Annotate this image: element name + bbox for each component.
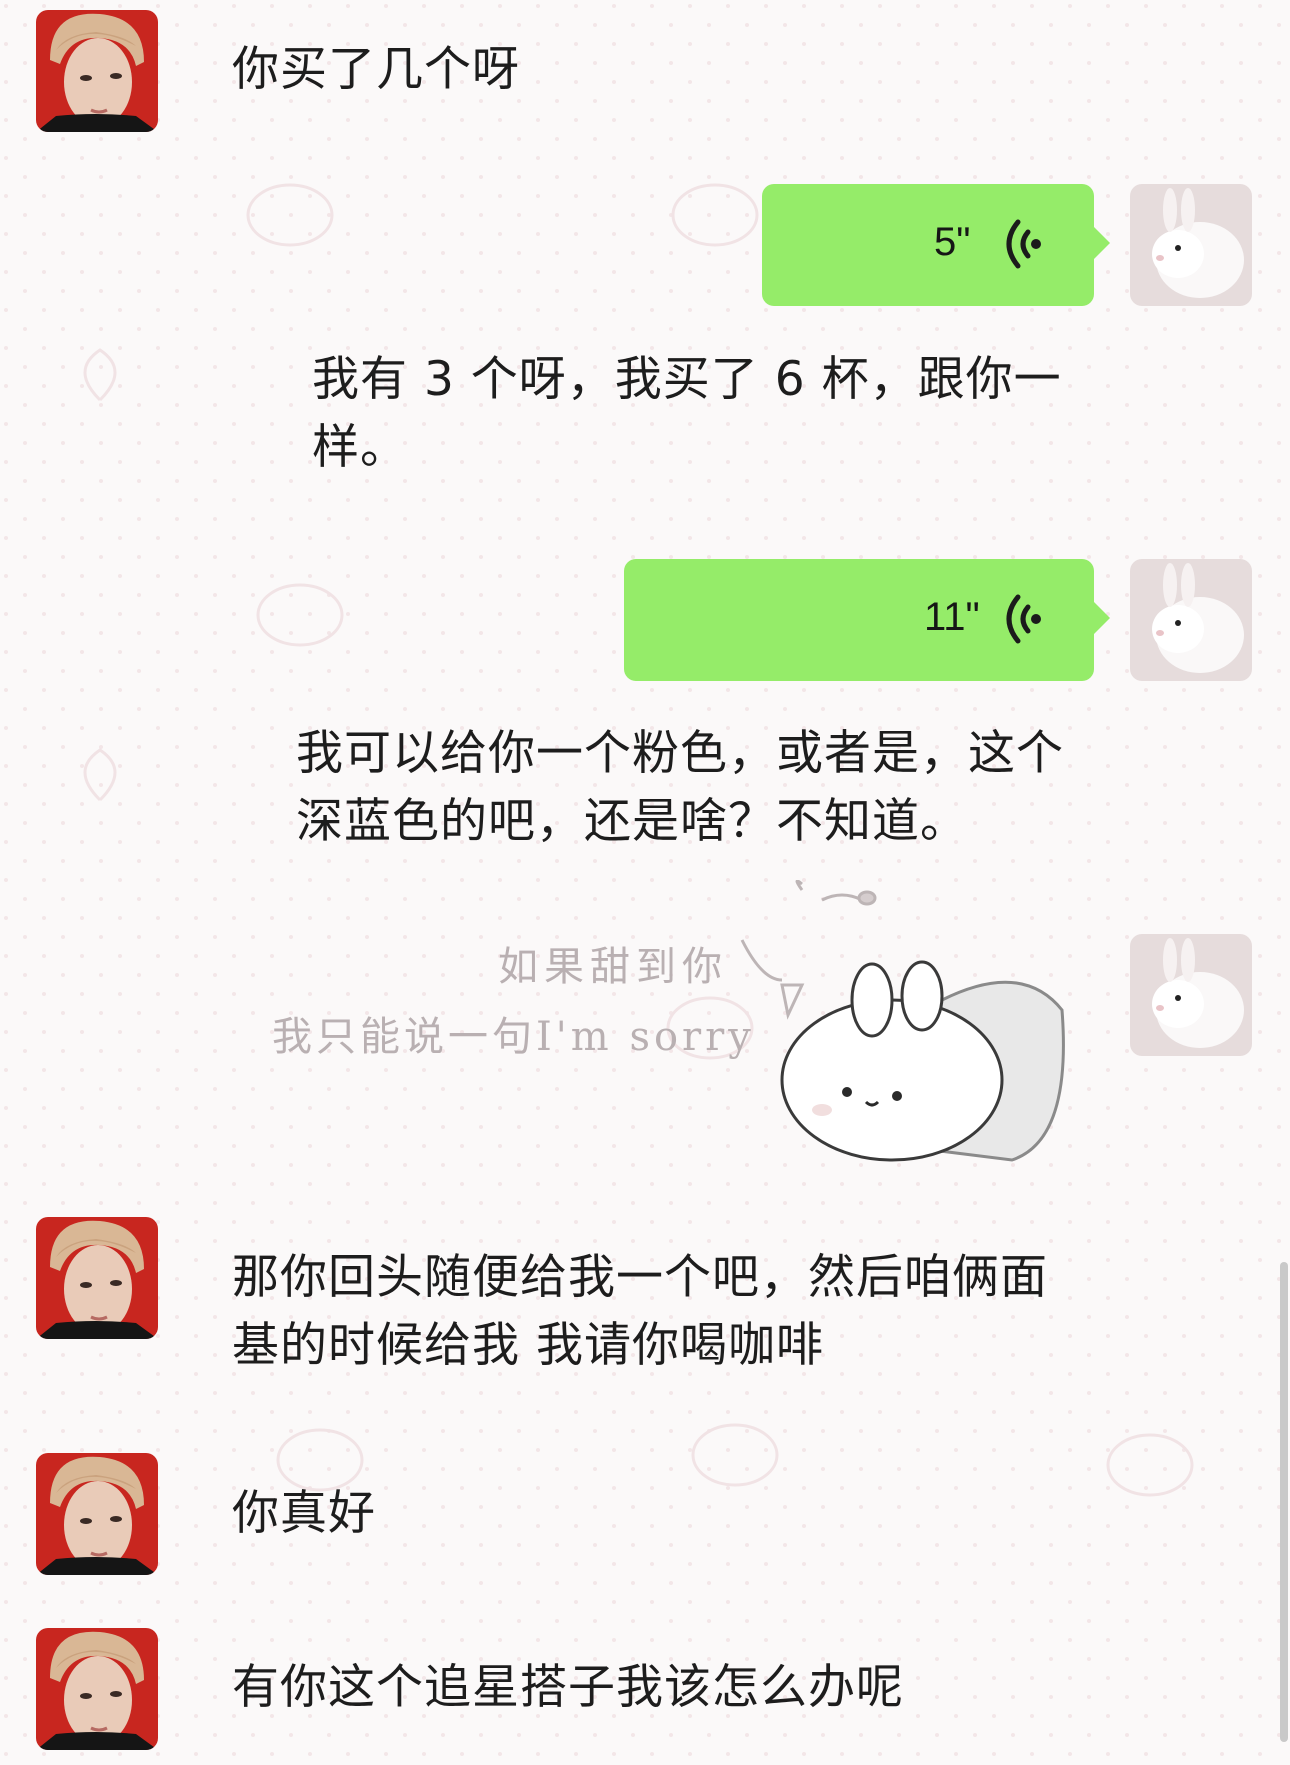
message-text[interactable]: 你真好 bbox=[232, 1480, 376, 1548]
scrollbar-thumb[interactable] bbox=[1280, 1262, 1288, 1742]
contact-avatar[interactable] bbox=[36, 10, 158, 132]
voice-transcription-text: 我可以给你一个粉色，或者是，这个深蓝色的吧，还是啥？不知道。 bbox=[296, 726, 1064, 849]
contact-avatar[interactable] bbox=[36, 1217, 158, 1339]
message-text[interactable]: 那你回头随便给我一个吧，然后咱俩面基的时候给我 我请你喝咖啡 bbox=[232, 1244, 1072, 1380]
message-text[interactable]: 你买了几个呀 bbox=[232, 36, 520, 104]
sticker-caption-line2: 我只能说一句I'm sorry bbox=[272, 1014, 755, 1060]
voice-message-bubble[interactable]: 11" bbox=[624, 559, 1110, 681]
white-bunny-icon bbox=[1130, 559, 1252, 681]
voice-duration: 5" bbox=[934, 220, 971, 264]
voice-duration: 11" bbox=[924, 595, 980, 639]
sticker-caption-line1: 如果甜到你 bbox=[498, 944, 728, 990]
voice-message-bubble[interactable]: 5" bbox=[762, 184, 1110, 306]
boy-photo-icon bbox=[36, 1453, 158, 1575]
voice-wave-icon bbox=[1006, 219, 1041, 269]
message-text[interactable]: 有你这个追星搭子我该怎么办呢 bbox=[232, 1654, 904, 1722]
white-bunny-icon bbox=[1130, 934, 1252, 1056]
contact-avatar[interactable] bbox=[36, 1453, 158, 1575]
self-avatar[interactable] bbox=[1130, 559, 1252, 681]
bunny-sticker[interactable]: 如果甜到你 我只能说一句I'm sorry bbox=[262, 879, 1100, 1170]
boy-photo-icon bbox=[36, 1628, 158, 1750]
voice-wave-icon bbox=[1006, 594, 1041, 644]
contact-avatar[interactable] bbox=[36, 1628, 158, 1750]
self-avatar[interactable] bbox=[1130, 934, 1252, 1056]
voice-transcription-text: 我有 3 个呀，我买了 6 杯，跟你一样。 bbox=[312, 352, 1062, 475]
bunny-sorry-sticker-icon: 如果甜到你 我只能说一句I'm sorry bbox=[272, 879, 1065, 1162]
boy-photo-icon bbox=[36, 10, 158, 132]
white-bunny-icon bbox=[1130, 184, 1252, 306]
self-avatar[interactable] bbox=[1130, 184, 1252, 306]
boy-photo-icon bbox=[36, 1217, 158, 1339]
